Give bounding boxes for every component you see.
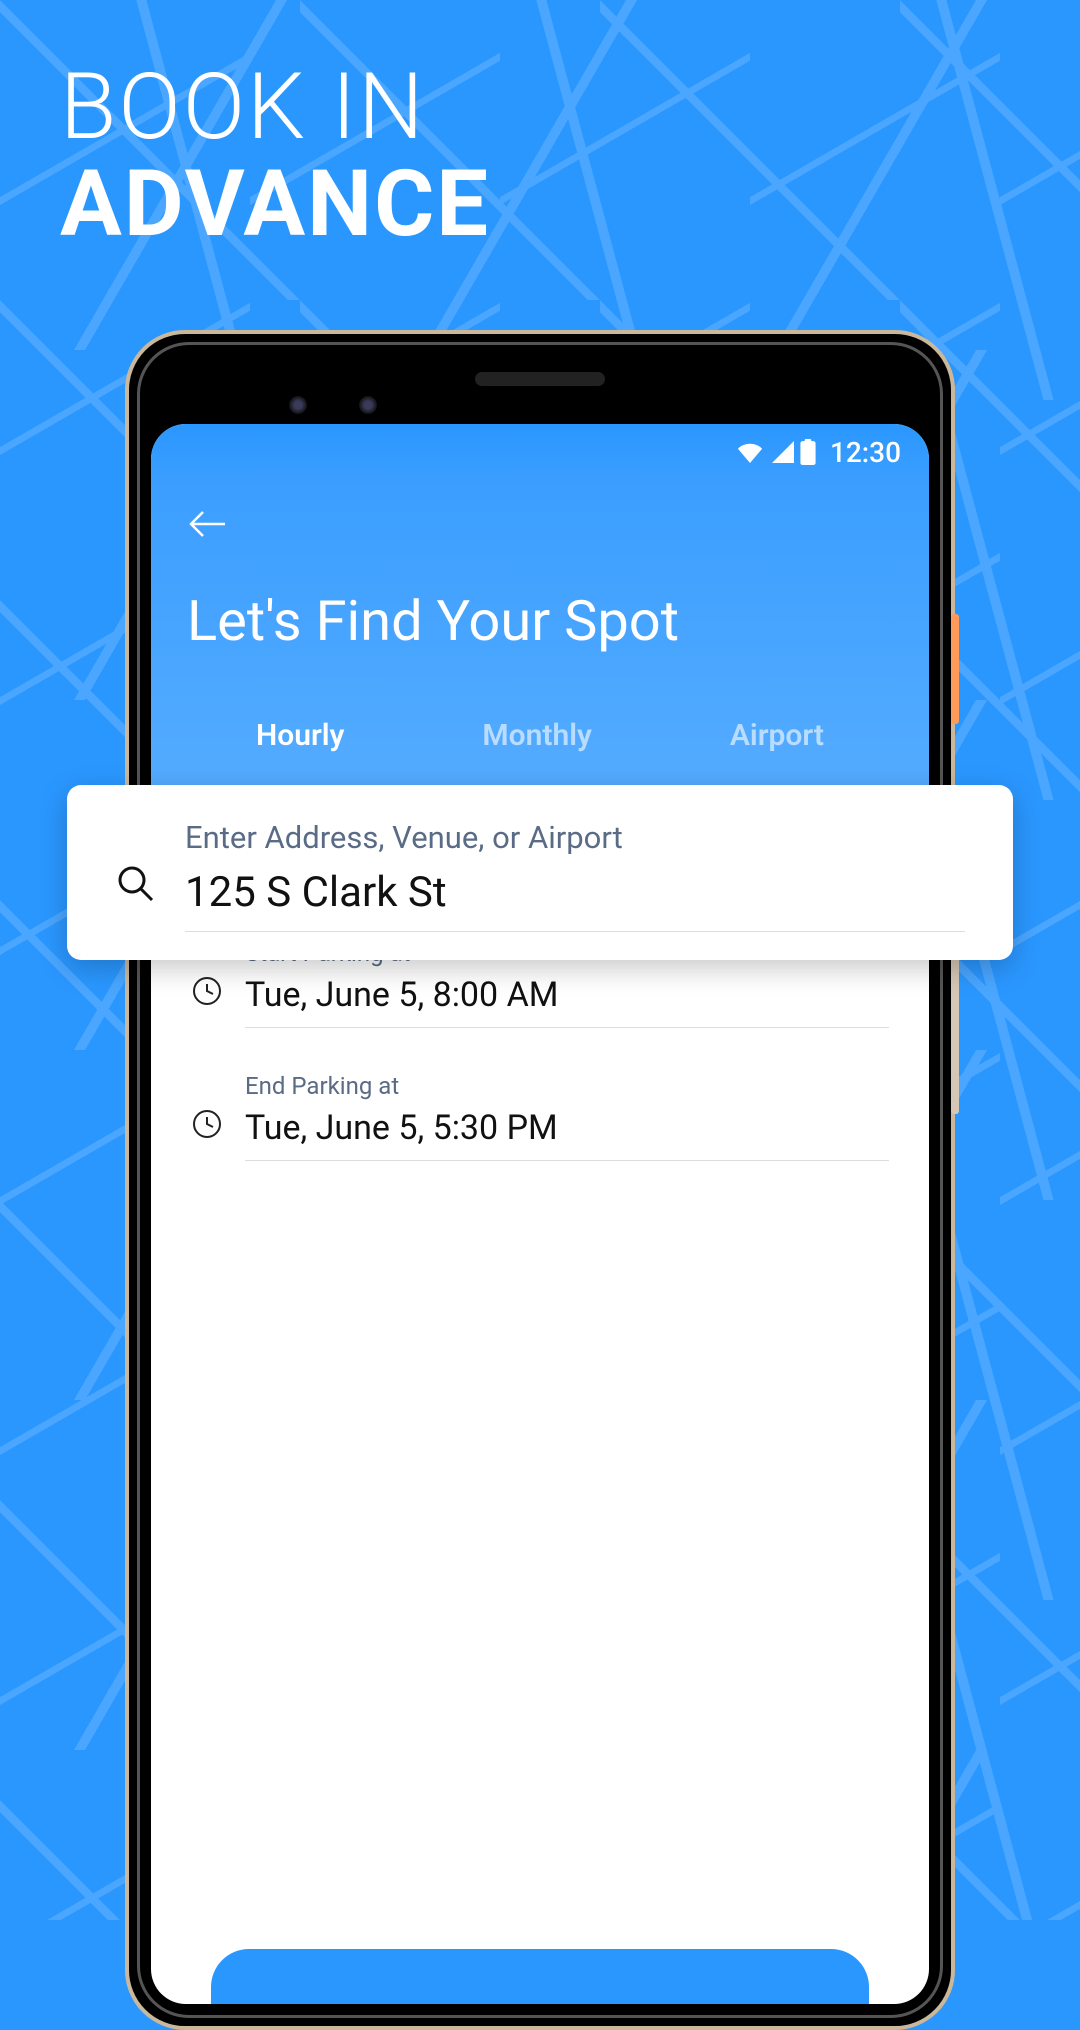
- status-bar: 12:30: [151, 424, 929, 480]
- back-button[interactable]: [187, 508, 227, 540]
- app-header: Let's Find Your Spot Hourly Monthly Airp…: [151, 480, 929, 799]
- back-arrow-icon: [187, 508, 227, 540]
- marketing-line2: ADVANCE: [60, 157, 490, 254]
- tabs: Hourly Monthly Airport: [187, 712, 893, 759]
- status-time: 12:30: [830, 436, 901, 469]
- battery-icon: [800, 439, 816, 465]
- phone-speaker: [475, 372, 605, 386]
- search-card[interactable]: Enter Address, Venue, or Airport 125 S C…: [67, 785, 1013, 960]
- phone-camera-dot: [359, 396, 377, 414]
- search-input-label: Enter Address, Venue, or Airport: [185, 819, 965, 856]
- tab-airport[interactable]: Airport: [720, 712, 834, 759]
- clock-icon: [191, 1108, 223, 1144]
- end-time-label: End Parking at: [245, 1072, 889, 1100]
- signal-icon: [770, 441, 794, 463]
- phone-power-button: [951, 614, 959, 724]
- marketing-title: BOOK IN ADVANCE: [60, 60, 490, 253]
- phone-camera-dot: [289, 396, 307, 414]
- search-input[interactable]: 125 S Clark St: [185, 868, 965, 932]
- search-parking-button[interactable]: [211, 1949, 869, 2004]
- page-title: Let's Find Your Spot: [187, 588, 893, 654]
- tab-hourly[interactable]: Hourly: [246, 712, 354, 759]
- tab-monthly[interactable]: Monthly: [472, 712, 602, 759]
- search-icon: [115, 863, 155, 907]
- wifi-icon: [736, 441, 764, 463]
- phone-frame: 12:30 Let's Find Your Spot Hourly Monthl…: [125, 330, 955, 2030]
- end-time-field[interactable]: End Parking at Tue, June 5, 5:30 PM: [191, 1072, 889, 1161]
- marketing-line1: BOOK IN: [60, 60, 490, 157]
- phone-screen: 12:30 Let's Find Your Spot Hourly Monthl…: [151, 424, 929, 2004]
- clock-icon: [191, 975, 223, 1011]
- end-time-value: Tue, June 5, 5:30 PM: [245, 1108, 889, 1161]
- start-time-value: Tue, June 5, 8:00 AM: [245, 975, 889, 1028]
